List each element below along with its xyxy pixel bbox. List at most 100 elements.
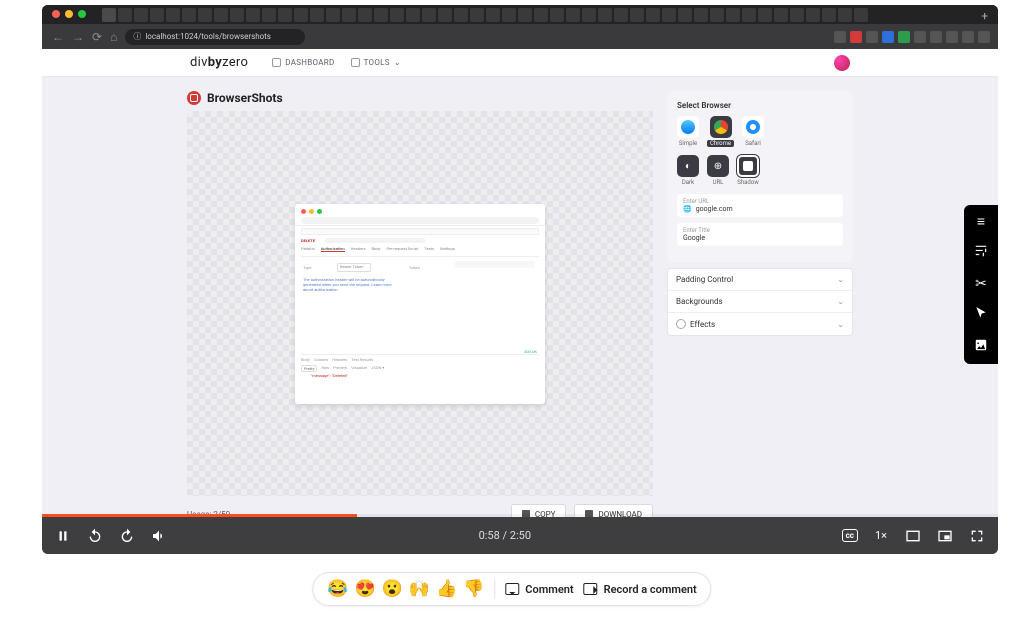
enter-url-value: google.com [696,205,733,213]
option-simple: Simple [677,116,699,147]
generated-screenshot: DELETE Params Authorization Headers Body… [295,204,545,404]
video-side-toolbar: ≡ ✂ [964,205,998,364]
volume-button[interactable] [150,527,168,545]
reaction-bar: 😂 😍 😮 🙌 👍 👎 Comment Record a comment [312,572,711,606]
globe-small-icon: 🌐 [683,205,692,213]
shot-request-tabs: Params Authorization Headers Body Pre-re… [301,246,455,252]
option-shadow: Shadow [737,155,759,186]
video-controls: 0:58 / 2:50 cc 1× [42,517,998,554]
enter-url-label: Enter URL [683,198,837,205]
option-dark: ◐ Dark [677,155,699,186]
moon-icon: ◐ [685,161,691,172]
enter-title-label: Enter Title [683,227,837,234]
extension-icons [834,31,990,43]
scissors-icon[interactable]: ✂ [975,276,987,292]
option-chrome: Chrome [707,116,734,147]
option-url: ⊕ URL [707,155,729,186]
accordion-padding: Padding Control⌄ [668,269,852,290]
emoji-joy[interactable]: 😂 [327,579,348,599]
nav-dashboard-label: DASHBOARD [285,58,334,67]
record-comment-label: Record a comment [604,583,697,596]
close-icon [52,10,60,18]
emoji-thumbs-up[interactable]: 👍 [436,579,457,599]
shot-method-label: DELETE [301,238,315,243]
video-frame[interactable]: + ← → ⟳ ⌂ ⓘ localhost:1024/tools/browser… [42,5,998,554]
theater-button[interactable] [936,527,954,545]
accordion-effects: Effects⌄ [668,312,852,335]
comment-button[interactable]: Comment [505,583,573,596]
settings-accordion: Padding Control⌄ Backgrounds⌄ Effects⌄ [667,268,853,336]
avatar [834,55,850,71]
url-text: localhost:1024/tools/browsershots [145,32,271,41]
shadow-icon [743,161,753,171]
mac-window-controls [52,10,86,18]
chevron-down-icon: ⌄ [837,275,844,284]
chevron-down-icon: ⌄ [837,297,844,306]
chevron-down-icon: ⌄ [837,320,844,329]
nav-dashboard: DASHBOARD [272,58,334,67]
dashboard-icon [272,58,281,67]
page-content: BrowserShots DELETE Param [187,91,853,524]
fullscreen-button[interactable] [968,527,986,545]
enter-url-field: Enter URL 🌐 google.com [677,194,843,217]
emoji-raised-hands[interactable]: 🙌 [409,579,430,599]
notes-icon[interactable]: ≡ [977,213,985,230]
chevron-down-icon: ⌄ [394,58,401,67]
record-comment-button[interactable]: Record a comment [584,583,697,596]
option-safari: Safari [742,116,764,147]
pause-button[interactable] [54,527,72,545]
rewind-button[interactable] [86,527,104,545]
emoji-wow[interactable]: 😮 [382,579,403,599]
site-info-icon: ⓘ [133,31,141,42]
browser-options: Simple Chrome Safari [677,116,843,147]
settings-sliders-icon[interactable] [974,244,988,262]
nav-tools-label: Tools [364,58,390,67]
browser-tabs [102,8,968,22]
nav-tools: Tools ⌄ [351,58,401,67]
enter-title-value: Google [683,234,705,242]
globe-icon: ⊕ [714,161,722,172]
minimize-icon [65,10,73,18]
recorded-page-viewport: divbyzero DASHBOARD Tools ⌄ [42,49,998,554]
effects-icon [676,319,686,329]
url-field: ⓘ localhost:1024/tools/browsershots [125,29,305,45]
comment-button-label: Comment [525,583,573,596]
back-icon: ← [52,30,64,44]
cc-button[interactable]: cc [842,529,858,542]
reload-icon: ⟳ [92,30,102,44]
maximize-icon [78,10,86,18]
page-title-row: BrowserShots [187,91,653,105]
emoji-thumbs-down[interactable]: 👎 [463,579,484,599]
left-column: BrowserShots DELETE Param [187,91,653,524]
select-browser-heading: Select Browser [677,101,843,110]
app-stage: + ← → ⟳ ⌂ ⓘ localhost:1024/tools/browser… [0,0,1024,617]
tools-icon [351,58,360,67]
video-time: 0:58 / 2:50 [479,529,531,542]
emoji-reactions: 😂 😍 😮 🙌 👍 👎 [327,579,484,599]
browsershots-icon [187,91,201,105]
pip-button[interactable] [904,527,922,545]
enter-title-field: Enter Title Google [677,223,843,246]
forward-button[interactable] [118,527,136,545]
image-icon[interactable] [974,338,988,356]
browser-address-bar: ← → ⟳ ⌂ ⓘ localhost:1024/tools/browsersh… [42,24,998,49]
emoji-heart-eyes[interactable]: 😍 [354,579,375,599]
camera-icon [584,583,598,595]
forward-icon: → [72,30,84,44]
chrome-icon [714,120,728,134]
new-tab-icon: + [981,9,988,23]
recorded-browser-chrome: + ← → ⟳ ⌂ ⓘ localhost:1024/tools/browser… [42,5,998,49]
screenshot-canvas: DELETE Params Authorization Headers Body… [187,111,653,496]
home-icon: ⌂ [110,30,117,44]
accordion-backgrounds: Backgrounds⌄ [668,290,852,312]
style-options: ◐ Dark ⊕ URL Shadow [677,155,843,186]
comment-icon [505,583,519,595]
playback-speed-button[interactable]: 1× [872,527,890,544]
page-title: BrowserShots [207,91,283,105]
browser-tabstrip: + [42,5,998,24]
simple-browser-icon [681,120,695,134]
settings-panel: Select Browser Simple Chrome [667,91,853,524]
safari-icon [746,120,760,134]
site-logo: divbyzero [190,55,248,70]
pointer-icon[interactable] [974,306,988,324]
